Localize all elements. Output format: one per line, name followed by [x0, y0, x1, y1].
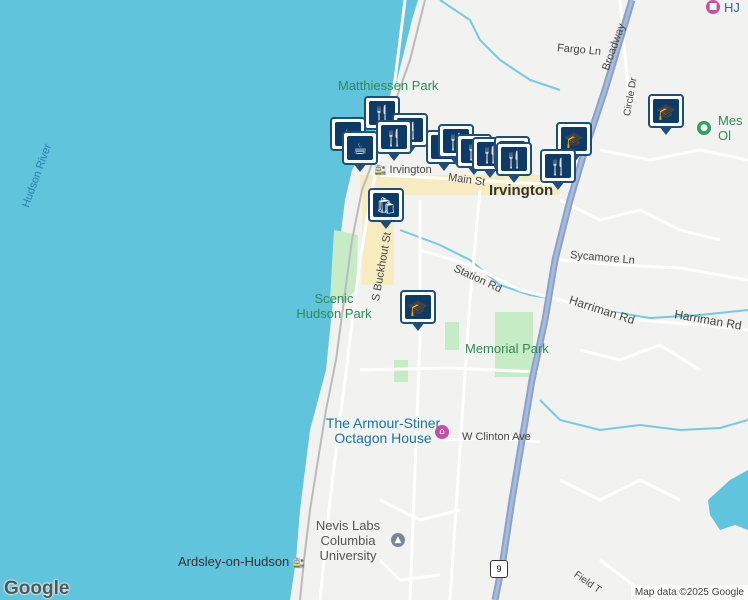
historic-house-icon[interactable]: ⌂ [435, 425, 449, 439]
memorial-park-label[interactable]: Memorial Park [465, 341, 549, 356]
field-area-2 [394, 360, 408, 382]
field-area-1 [445, 322, 459, 350]
restaurant-marker[interactable]: 🍴 [496, 142, 536, 186]
place-icon[interactable]: ■ [706, 0, 720, 14]
scenic-hudson-park-label[interactable]: Scenic Hudson Park [292, 291, 376, 321]
hj-label[interactable]: HJ [724, 0, 740, 15]
mes-ol-label[interactable]: Mes Ol [718, 113, 748, 143]
ardsley-on-hudson-label[interactable]: Ardsley-on-Hudson 🚉 [178, 554, 305, 569]
school-marker[interactable]: 🎓 [648, 94, 688, 138]
route-9-label: 9 [496, 564, 502, 574]
school-marker[interactable]: 🎓 [400, 290, 440, 334]
graduation-cap-icon: 🎓 [561, 127, 587, 151]
shopping-bag-icon: 🛍 [373, 193, 399, 217]
fork-knife-icon: 🍴 [545, 154, 571, 178]
graduation-cap-icon: 🎓 [405, 295, 431, 319]
restaurant-marker[interactable]: 🍴 [376, 120, 416, 164]
restaurant-marker[interactable]: 🍴 [540, 149, 580, 193]
matthiessen-park-label[interactable]: Matthiessen Park [338, 78, 438, 93]
place-icon[interactable]: ● [697, 121, 711, 135]
coffee-cup-icon: ☕ [347, 136, 373, 160]
scenic-hudson-park-area [330, 230, 358, 300]
route-9-shield: 9 [490, 560, 508, 578]
fork-knife-icon: 🍴 [501, 147, 527, 171]
armour-stiner-label[interactable]: The Armour-Stiner Octagon House [313, 416, 453, 446]
map-attribution: Map data ©2025 Google [630, 585, 748, 600]
w-clinton-ave-label: W Clinton Ave [462, 431, 531, 443]
irvington-station-label[interactable]: 🚉 Irvington [374, 164, 432, 176]
train-station-icon: 🚉 [292, 558, 306, 569]
graduation-cap-icon: 🎓 [653, 99, 679, 123]
cafe-marker[interactable]: ☕ [342, 131, 382, 175]
google-logo: Google [4, 578, 70, 599]
nevis-labs-label[interactable]: Nevis Labs Columbia University [308, 518, 388, 563]
shopping-marker[interactable]: 🛍 [368, 188, 408, 232]
fork-knife-icon: 🍴 [381, 125, 407, 149]
university-icon[interactable]: ▲ [391, 533, 405, 547]
